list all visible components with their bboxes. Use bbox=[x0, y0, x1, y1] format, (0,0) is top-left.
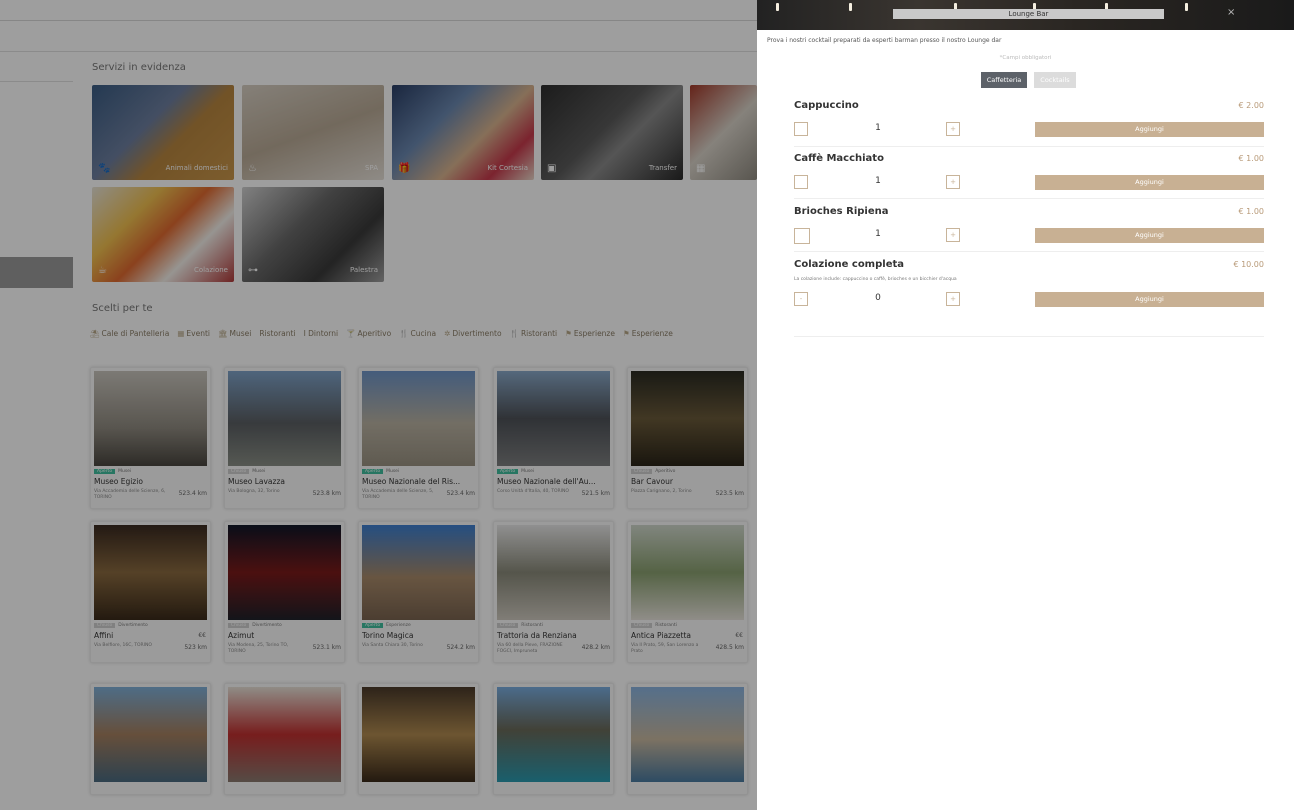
item-name: Brioches Ripiena bbox=[794, 206, 889, 217]
item-price: € 1.00 bbox=[1238, 207, 1264, 216]
increase-button[interactable]: + bbox=[946, 292, 960, 306]
item-price: € 2.00 bbox=[1238, 101, 1264, 110]
item-price: € 10.00 bbox=[1233, 260, 1264, 269]
item-name: Colazione completa bbox=[794, 259, 904, 270]
decrease-button[interactable]: - bbox=[794, 292, 808, 306]
item-divider bbox=[794, 198, 1264, 199]
decrease-button[interactable] bbox=[794, 175, 808, 189]
required-fields-note: *Campi obbligatori bbox=[999, 55, 1052, 61]
modal-overlay[interactable] bbox=[0, 0, 757, 810]
tab-caffetteria[interactable]: Caffetteria bbox=[981, 72, 1027, 88]
increase-button[interactable]: + bbox=[946, 228, 960, 242]
panel-header-image: Lounge Bar × bbox=[757, 0, 1294, 30]
decrease-button[interactable] bbox=[794, 122, 808, 136]
light-decoration bbox=[1185, 3, 1188, 11]
quantity-value: 0 bbox=[875, 293, 881, 303]
add-button[interactable]: Aggiungi bbox=[1035, 292, 1264, 307]
light-decoration bbox=[849, 3, 852, 11]
item-name: Cappuccino bbox=[794, 100, 859, 111]
add-button[interactable]: Aggiungi bbox=[1035, 228, 1264, 243]
lounge-bar-panel: Lounge Bar × Prova i nostri cocktail pre… bbox=[757, 0, 1294, 810]
item-name: Caffè Macchiato bbox=[794, 153, 884, 164]
quantity-value: 1 bbox=[875, 229, 881, 239]
increase-button[interactable]: + bbox=[946, 175, 960, 189]
quantity-value: 1 bbox=[875, 123, 881, 133]
panel-title: Lounge Bar bbox=[893, 9, 1164, 19]
panel-description: Prova i nostri cocktail preparati da esp… bbox=[767, 37, 1002, 44]
list-end-divider bbox=[794, 336, 1264, 337]
light-decoration bbox=[776, 3, 779, 11]
item-divider bbox=[794, 251, 1264, 252]
item-divider bbox=[794, 146, 1264, 147]
increase-button[interactable]: + bbox=[946, 122, 960, 136]
tab-cocktails[interactable]: Cocktails bbox=[1034, 72, 1076, 88]
close-icon[interactable]: × bbox=[1227, 7, 1235, 18]
quantity-value: 1 bbox=[875, 176, 881, 186]
add-button[interactable]: Aggiungi bbox=[1035, 175, 1264, 190]
item-description: La colazione include: cappuccino o caffè… bbox=[794, 277, 957, 282]
decrease-button[interactable] bbox=[794, 228, 810, 244]
item-price: € 1.00 bbox=[1238, 154, 1264, 163]
add-button[interactable]: Aggiungi bbox=[1035, 122, 1264, 137]
